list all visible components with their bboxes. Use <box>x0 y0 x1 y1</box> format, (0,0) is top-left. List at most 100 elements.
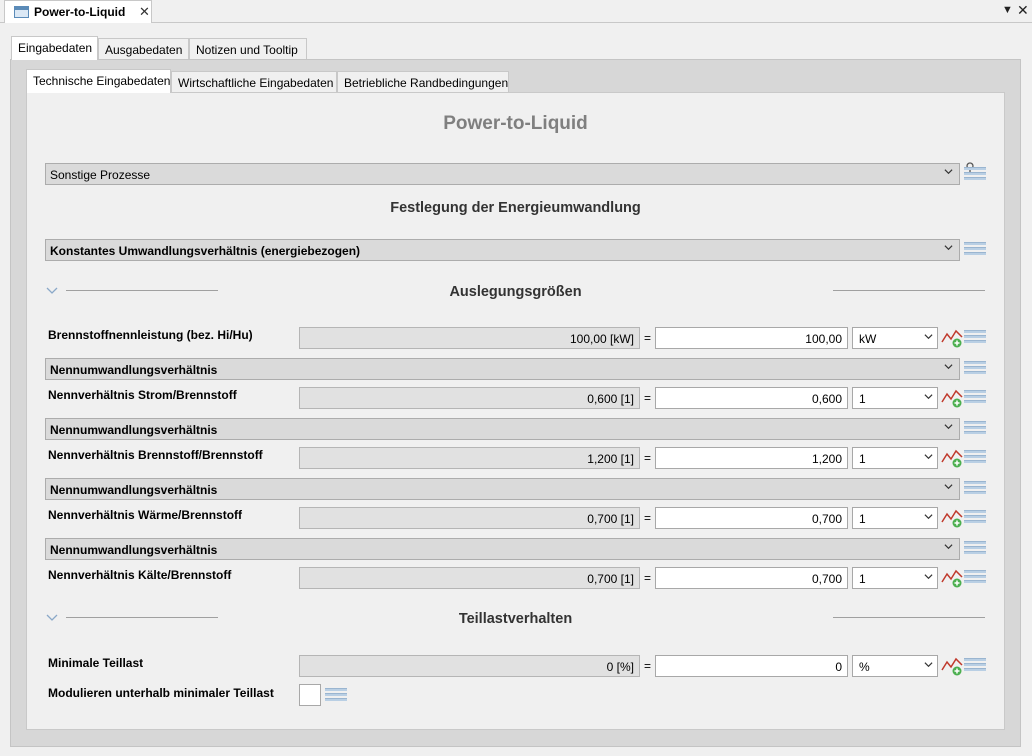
tab-wirtschaftliche-eingabedaten[interactable]: Wirtschaftliche Eingabedaten <box>171 71 337 93</box>
energy-select[interactable]: Konstantes Umwandlungsverhältnis (energi… <box>45 239 960 261</box>
chevron-down-icon <box>944 364 953 370</box>
process-select-value: Sonstige Prozesse <box>50 168 151 182</box>
close-view-icon[interactable]: ✕ <box>1017 2 1029 19</box>
list-menu-icon[interactable] <box>964 570 986 587</box>
list-menu-icon[interactable] <box>964 658 986 675</box>
unit-select[interactable]: 1 <box>852 507 938 529</box>
chevron-down-icon <box>944 169 953 175</box>
row-label: Nennverhältnis Kälte/Brennstoff <box>48 568 232 582</box>
add-timeseries-icon[interactable] <box>941 568 963 588</box>
readonly-value: 0,700 [1] <box>299 507 640 529</box>
chevron-down-icon <box>944 544 953 550</box>
unit-select-value: kW <box>859 332 877 346</box>
section-select[interactable]: Nennumwandlungsverhältnis <box>45 538 960 560</box>
section-select-value: Nennumwandlungsverhältnis <box>50 363 218 377</box>
editor-tab[interactable]: Power-to-Liquid ✕ <box>4 0 152 23</box>
list-menu-icon[interactable] <box>964 167 986 184</box>
list-menu-icon[interactable] <box>964 510 986 527</box>
chevron-down-icon <box>924 394 933 400</box>
list-menu-icon[interactable] <box>964 361 986 378</box>
chevron-down-icon <box>924 662 933 668</box>
tab-betriebliche-randbedingungen[interactable]: Betriebliche Randbedingungen <box>337 71 509 93</box>
row-label: Brennstoffnennleistung (bez. Hi/Hu) <box>48 328 253 342</box>
row-label: Nennverhältnis Brennstoff/Brennstoff <box>48 448 263 462</box>
tab-technische-eingabedaten[interactable]: Technische Eingabedaten <box>26 69 171 93</box>
divider <box>833 290 985 291</box>
document-icon <box>14 6 29 18</box>
unit-select-value: 1 <box>859 512 866 526</box>
equals-sign: = <box>644 331 652 345</box>
add-timeseries-icon[interactable] <box>941 508 963 528</box>
process-select[interactable]: Sonstige Prozesse <box>45 163 960 185</box>
row-label: Minimale Teillast <box>48 656 144 670</box>
chevron-down-icon <box>924 514 933 520</box>
list-menu-icon[interactable] <box>964 330 986 347</box>
chevron-down-icon <box>924 574 933 580</box>
chevron-down-icon <box>944 245 953 251</box>
readonly-value: 0 [%] <box>299 655 640 677</box>
value-input[interactable]: 0,700 <box>655 567 848 589</box>
chevron-down-icon <box>944 484 953 490</box>
modulate-checkbox[interactable] <box>299 684 321 706</box>
tab-eingabedaten[interactable]: Eingabedaten <box>11 36 98 60</box>
list-menu-icon[interactable] <box>964 481 986 498</box>
list-menu-icon[interactable] <box>964 450 986 467</box>
value-input[interactable]: 0 <box>655 655 848 677</box>
energy-section-title: Festlegung der Energieumwandlung <box>390 200 641 216</box>
close-tab-icon[interactable]: ✕ <box>139 4 150 20</box>
editor-tab-bar <box>0 0 1032 23</box>
divider <box>833 617 985 618</box>
readonly-value: 0,600 [1] <box>299 387 640 409</box>
chevron-down-icon <box>924 454 933 460</box>
list-menu-icon[interactable] <box>964 421 986 438</box>
add-timeseries-icon[interactable] <box>941 328 963 348</box>
list-menu-icon[interactable] <box>325 688 347 705</box>
unit-select[interactable]: kW <box>852 327 938 349</box>
view-menu-icon[interactable]: ▼ <box>1002 4 1013 16</box>
add-timeseries-icon[interactable] <box>941 448 963 468</box>
inner-tab-panel <box>26 92 1005 730</box>
energy-select-value: Konstantes Umwandlungsverhältnis (energi… <box>50 244 361 258</box>
row-label: Nennverhältnis Wärme/Brennstoff <box>48 508 243 522</box>
design-section-title: Auslegungsgrößen <box>449 284 582 300</box>
unit-select[interactable]: 1 <box>852 387 938 409</box>
list-menu-icon[interactable] <box>964 541 986 558</box>
equals-sign: = <box>644 659 652 673</box>
unit-select[interactable]: % <box>852 655 938 677</box>
readonly-value: 0,700 [1] <box>299 567 640 589</box>
list-menu-icon[interactable] <box>964 390 986 407</box>
readonly-value: 100,00 [kW] <box>299 327 640 349</box>
equals-sign: = <box>644 571 652 585</box>
equals-sign: = <box>644 391 652 405</box>
section-select-value: Nennumwandlungsverhältnis <box>50 543 218 557</box>
section-select[interactable]: Nennumwandlungsverhältnis <box>45 358 960 380</box>
unit-select-value: 1 <box>859 572 866 586</box>
unit-select[interactable]: 1 <box>852 447 938 469</box>
section-select-value: Nennumwandlungsverhältnis <box>50 483 218 497</box>
tab-ausgabedaten[interactable]: Ausgabedaten <box>98 38 189 60</box>
row-label: Modulieren unterhalb minimaler Teillast <box>48 686 274 700</box>
partload-section-title: Teillastverhalten <box>458 611 573 627</box>
section-select[interactable]: Nennumwandlungsverhältnis <box>45 418 960 440</box>
page-title: Power-to-Liquid <box>443 113 588 134</box>
chevron-down-icon <box>924 334 933 340</box>
add-timeseries-icon[interactable] <box>941 656 963 676</box>
chevron-down-icon <box>944 424 953 430</box>
value-input[interactable]: 0,700 <box>655 507 848 529</box>
value-input[interactable]: 0,600 <box>655 387 848 409</box>
row-label: Nennverhältnis Strom/Brennstoff <box>48 388 237 402</box>
section-select[interactable]: Nennumwandlungsverhältnis <box>45 478 960 500</box>
value-input[interactable]: 100,00 <box>655 327 848 349</box>
readonly-value: 1,200 [1] <box>299 447 640 469</box>
editor-tab-title: Power-to-Liquid <box>34 5 126 19</box>
section-select-value: Nennumwandlungsverhältnis <box>50 423 218 437</box>
unit-select[interactable]: 1 <box>852 567 938 589</box>
unit-select-value: 1 <box>859 452 866 466</box>
add-timeseries-icon[interactable] <box>941 388 963 408</box>
tab-notizen[interactable]: Notizen und Tooltip <box>189 38 307 60</box>
equals-sign: = <box>644 511 652 525</box>
equals-sign: = <box>644 451 652 465</box>
value-input[interactable]: 1,200 <box>655 447 848 469</box>
unit-select-value: 1 <box>859 392 866 406</box>
list-menu-icon[interactable] <box>964 242 986 259</box>
